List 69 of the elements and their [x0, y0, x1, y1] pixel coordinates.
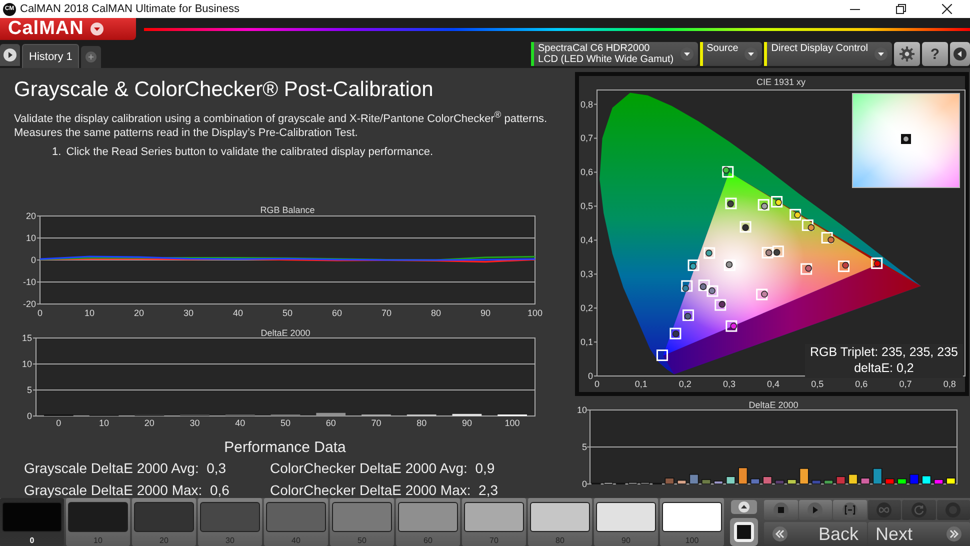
axis-label: 0,2: [678, 379, 692, 389]
axis-label: 10: [99, 418, 110, 428]
chart-title: DeltaE 2000: [260, 328, 310, 338]
axis-label: 100: [504, 418, 520, 428]
axis-label: -20: [22, 298, 36, 309]
axis-label: 0,4: [767, 379, 780, 389]
axis-label: 80: [416, 418, 427, 428]
axis-label: 10: [84, 308, 94, 318]
axis-label: 0,7: [899, 379, 912, 389]
axis-label: 0,2: [580, 303, 593, 314]
axis-label: 0,5: [580, 201, 593, 212]
axis-label: 80: [431, 308, 441, 318]
axis-label: 40: [235, 418, 246, 428]
axis-label: 0,6: [580, 167, 593, 178]
chart-title: RGB Balance: [260, 204, 315, 215]
readout-text: deltaE: 0,2: [854, 360, 914, 376]
axis-label: -10: [22, 276, 36, 287]
axis-label: 10: [26, 232, 36, 243]
axis-label: 50: [280, 418, 290, 428]
axis-label: 10: [576, 405, 587, 415]
axis-label: 50: [282, 308, 292, 318]
axis-label: 0,7: [580, 133, 593, 144]
axis-label: 0: [26, 410, 32, 421]
axis-label: 0,4: [580, 235, 593, 246]
axis-label: 20: [134, 308, 144, 318]
readout-text: RGB Triplet: 235, 235, 235: [810, 344, 958, 360]
axis-label: 5: [26, 384, 32, 395]
axis-label: 0: [56, 418, 62, 428]
axis-label: 20: [26, 210, 36, 221]
axis-label: 60: [326, 418, 336, 428]
chart-title: CIE 1931 xy: [756, 77, 806, 87]
axis-label: 30: [190, 418, 200, 428]
chart-title: DeltaE 2000: [748, 400, 798, 410]
performance-heading: Performance Data: [223, 438, 347, 456]
axis-label: 0: [588, 371, 593, 381]
axis-label: 0,6: [855, 379, 868, 389]
axis-label: 0,8: [943, 379, 956, 389]
axis-label: 30: [184, 308, 194, 318]
description-text: Measures the same patterns read in the Display’s Pre-Calibration Test.: [14, 126, 359, 140]
axis-label: 0,8: [580, 99, 593, 110]
description-text: Validate the display calibration using a combination of grayscale and X-Rite/Pantone ColorChecker$^{®}$ patterns.: [14, 108, 548, 126]
axis-label: 70: [382, 308, 392, 318]
axis-label: 15: [22, 332, 32, 343]
axis-label: 20: [144, 418, 154, 428]
axis-label: 70: [371, 418, 382, 428]
axis-label: 0,1: [580, 337, 593, 348]
axis-label: 5: [582, 442, 587, 452]
step-text: Click the Read Series button to validate the calibrated display performance.: [66, 146, 434, 158]
axis-label: 0: [582, 479, 587, 489]
axis-label: 60: [332, 308, 342, 318]
axis-label: 90: [462, 418, 472, 428]
axis-label: 0: [30, 254, 36, 265]
axis-label: 100: [527, 308, 543, 318]
axis-label: 90: [480, 308, 490, 318]
page-heading: Grayscale & ColorChecker® Post-Calibration: [14, 77, 434, 103]
axis-label: 0: [594, 379, 600, 389]
performance-stat: ColorChecker DeltaE 2000 Max: 2,3: [270, 482, 499, 498]
performance-stat: Grayscale DeltaE 2000 Avg: 0,3: [24, 460, 228, 476]
performance-stat: ColorChecker DeltaE 2000 Avg: 0,9: [270, 460, 496, 476]
axis-label: 0,3: [580, 269, 593, 280]
performance-stat: Grayscale DeltaE 2000 Max: 0,6: [24, 482, 230, 498]
axis-label: 40: [233, 308, 243, 318]
axis-label: 0: [38, 308, 42, 318]
axis-label: 0,5: [811, 379, 824, 389]
axis-label: 10: [22, 358, 32, 369]
step-number: 1.: [52, 146, 62, 158]
axis-label: 0,1: [634, 379, 648, 389]
window-title: CalMAN 2018 CalMAN Ultimate for Business: [20, 3, 240, 15]
axis-label: 0,3: [722, 379, 736, 389]
